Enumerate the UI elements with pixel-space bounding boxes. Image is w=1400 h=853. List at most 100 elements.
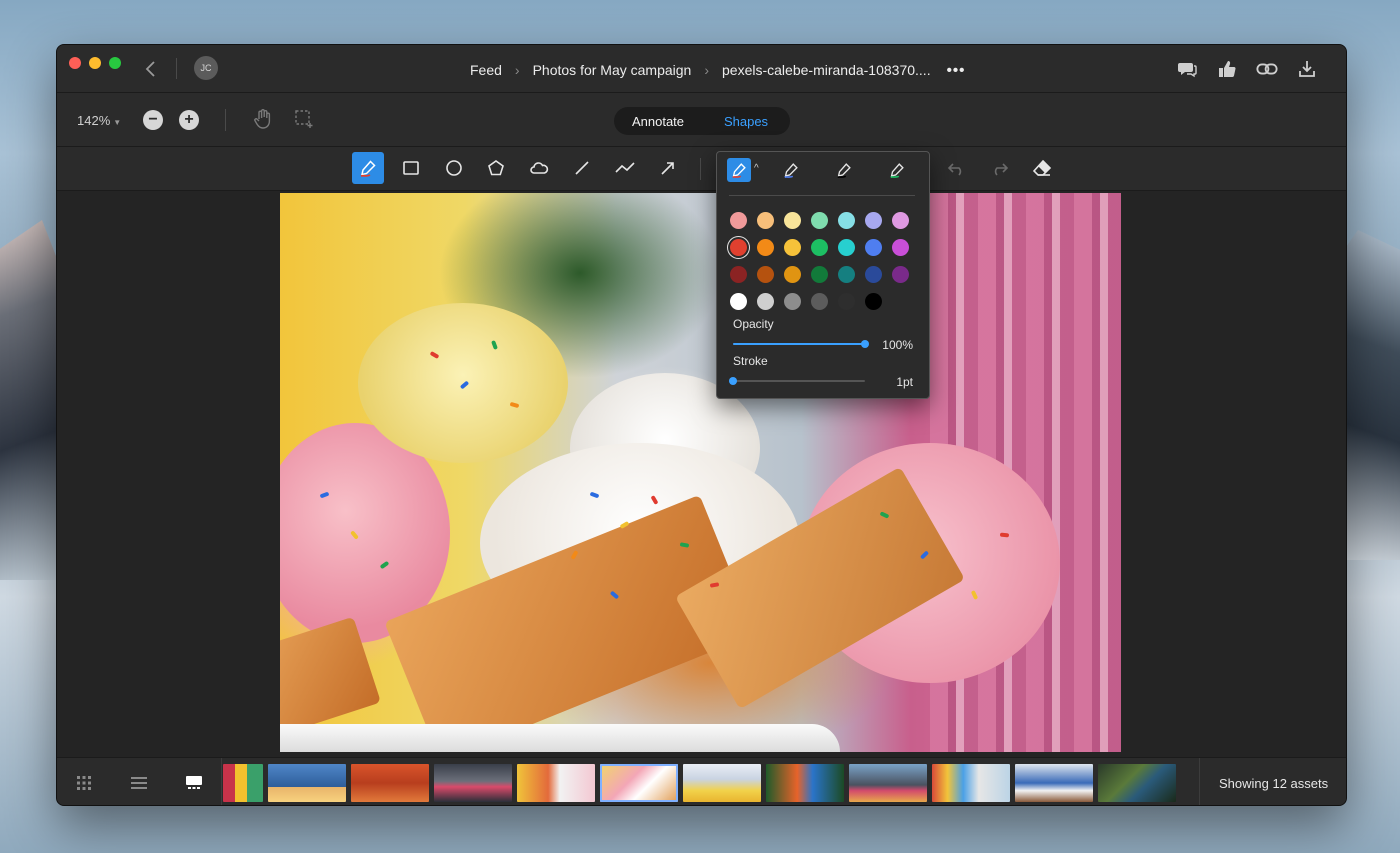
color-swatch[interactable] xyxy=(892,212,909,229)
canvas-area[interactable] xyxy=(57,191,1346,757)
redo-button[interactable] xyxy=(983,152,1015,184)
zoom-out-button[interactable]: − xyxy=(143,110,163,130)
thumbnail[interactable] xyxy=(600,764,678,802)
opacity-slider[interactable] xyxy=(733,340,869,348)
breadcrumb-campaign[interactable]: Photos for May campaign xyxy=(533,62,692,78)
eraser-button[interactable] xyxy=(1026,152,1058,184)
color-swatch[interactable] xyxy=(865,239,882,256)
thumbnail-strip xyxy=(223,764,1196,802)
stroke-label: Stroke xyxy=(733,354,768,368)
stroke-value: 1pt xyxy=(896,375,913,389)
color-swatch[interactable] xyxy=(838,266,855,283)
pen-preset-black[interactable] xyxy=(832,158,856,182)
color-swatch[interactable] xyxy=(784,266,801,283)
marquee-select-icon[interactable] xyxy=(294,109,314,134)
thumbnail[interactable] xyxy=(351,764,429,802)
breadcrumb: Feed › Photos for May campaign › pexels-… xyxy=(470,60,965,80)
thumbnail[interactable] xyxy=(434,764,512,802)
chevron-up-icon[interactable]: ^ xyxy=(754,163,759,174)
color-swatch[interactable] xyxy=(757,293,774,310)
opacity-slider-handle[interactable] xyxy=(861,340,869,348)
color-swatch[interactable] xyxy=(892,239,909,256)
color-swatch[interactable] xyxy=(784,293,801,310)
pen-preset-blue[interactable] xyxy=(779,158,803,182)
color-swatch[interactable] xyxy=(838,239,855,256)
pen-preset-green[interactable] xyxy=(885,158,909,182)
download-icon[interactable] xyxy=(1296,58,1318,80)
color-swatch-row xyxy=(730,234,920,261)
hand-pan-icon[interactable] xyxy=(252,108,274,135)
thumbnail[interactable] xyxy=(932,764,1010,802)
thumbnail[interactable] xyxy=(849,764,927,802)
rectangle-tool-button[interactable] xyxy=(395,152,427,184)
arrow-tool-button[interactable] xyxy=(652,152,684,184)
circle-tool-button[interactable] xyxy=(438,152,470,184)
pen-icon xyxy=(890,163,904,178)
thumbnail[interactable] xyxy=(517,764,595,802)
color-swatch[interactable] xyxy=(838,293,855,310)
color-swatch[interactable] xyxy=(730,239,747,256)
color-swatch[interactable] xyxy=(757,239,774,256)
cloud-tool-button[interactable] xyxy=(523,152,555,184)
grid-view-icon[interactable] xyxy=(73,772,95,794)
minimize-window-button[interactable] xyxy=(89,57,101,69)
color-swatch[interactable] xyxy=(730,293,747,310)
ice-cream-photo[interactable] xyxy=(280,193,1121,752)
color-swatch[interactable] xyxy=(811,212,828,229)
pen-preset-red[interactable] xyxy=(727,158,751,182)
thumbnail[interactable] xyxy=(1098,764,1176,802)
color-swatch[interactable] xyxy=(730,212,747,229)
maximize-window-button[interactable] xyxy=(109,57,121,69)
mode-toggle: Annotate Shapes xyxy=(614,107,790,135)
thumbnail[interactable] xyxy=(683,764,761,802)
color-swatch[interactable] xyxy=(865,293,882,310)
color-swatch[interactable] xyxy=(784,239,801,256)
undo-button[interactable] xyxy=(941,152,973,184)
tab-annotate[interactable]: Annotate xyxy=(614,114,702,129)
tab-shapes[interactable]: Shapes xyxy=(702,114,790,129)
circle-icon xyxy=(446,160,462,176)
pentagon-icon xyxy=(488,160,504,176)
polyline-tool-button[interactable] xyxy=(609,152,641,184)
stroke-slider-handle[interactable] xyxy=(729,377,737,385)
back-icon[interactable] xyxy=(143,59,159,79)
filmstrip-view-icon[interactable] xyxy=(183,772,205,794)
pen-icon xyxy=(784,163,798,178)
line-tool-button[interactable] xyxy=(566,152,598,184)
color-swatch[interactable] xyxy=(865,266,882,283)
color-swatch[interactable] xyxy=(757,266,774,283)
zoom-in-button[interactable]: + xyxy=(179,110,199,130)
color-swatch-grid xyxy=(730,207,920,315)
color-swatch[interactable] xyxy=(892,266,909,283)
app-window: JC Feed › Photos for May campaign › pexe… xyxy=(56,44,1347,806)
avatar[interactable]: JC xyxy=(194,56,218,80)
comment-icon[interactable] xyxy=(1176,58,1198,80)
thumbnail[interactable] xyxy=(1015,764,1093,802)
color-swatch[interactable] xyxy=(757,212,774,229)
color-swatch[interactable] xyxy=(811,293,828,310)
color-swatch[interactable] xyxy=(811,266,828,283)
color-swatch[interactable] xyxy=(838,212,855,229)
stroke-slider[interactable] xyxy=(729,377,865,385)
color-swatch[interactable] xyxy=(730,266,747,283)
pen-tool-button[interactable] xyxy=(352,152,384,184)
thumbnail[interactable] xyxy=(766,764,844,802)
breadcrumb-feed[interactable]: Feed xyxy=(470,62,502,78)
more-options-button[interactable]: ••• xyxy=(947,62,966,79)
polygon-tool-button[interactable] xyxy=(480,152,512,184)
thumbnail[interactable] xyxy=(268,764,346,802)
list-view-icon[interactable] xyxy=(128,772,150,794)
thumbs-up-icon[interactable] xyxy=(1216,58,1238,80)
divider xyxy=(221,758,222,805)
thumbnail[interactable] xyxy=(223,764,263,802)
color-swatch[interactable] xyxy=(784,212,801,229)
color-swatch[interactable] xyxy=(811,239,828,256)
line-icon xyxy=(575,161,589,175)
link-icon[interactable] xyxy=(1256,58,1278,80)
drawing-toolbar xyxy=(57,147,1346,191)
close-window-button[interactable] xyxy=(69,57,81,69)
color-swatch[interactable] xyxy=(865,212,882,229)
photo-bowl xyxy=(280,724,840,752)
zoom-dropdown[interactable]: 142% ▼ xyxy=(77,113,121,128)
color-swatch-row xyxy=(730,207,920,234)
